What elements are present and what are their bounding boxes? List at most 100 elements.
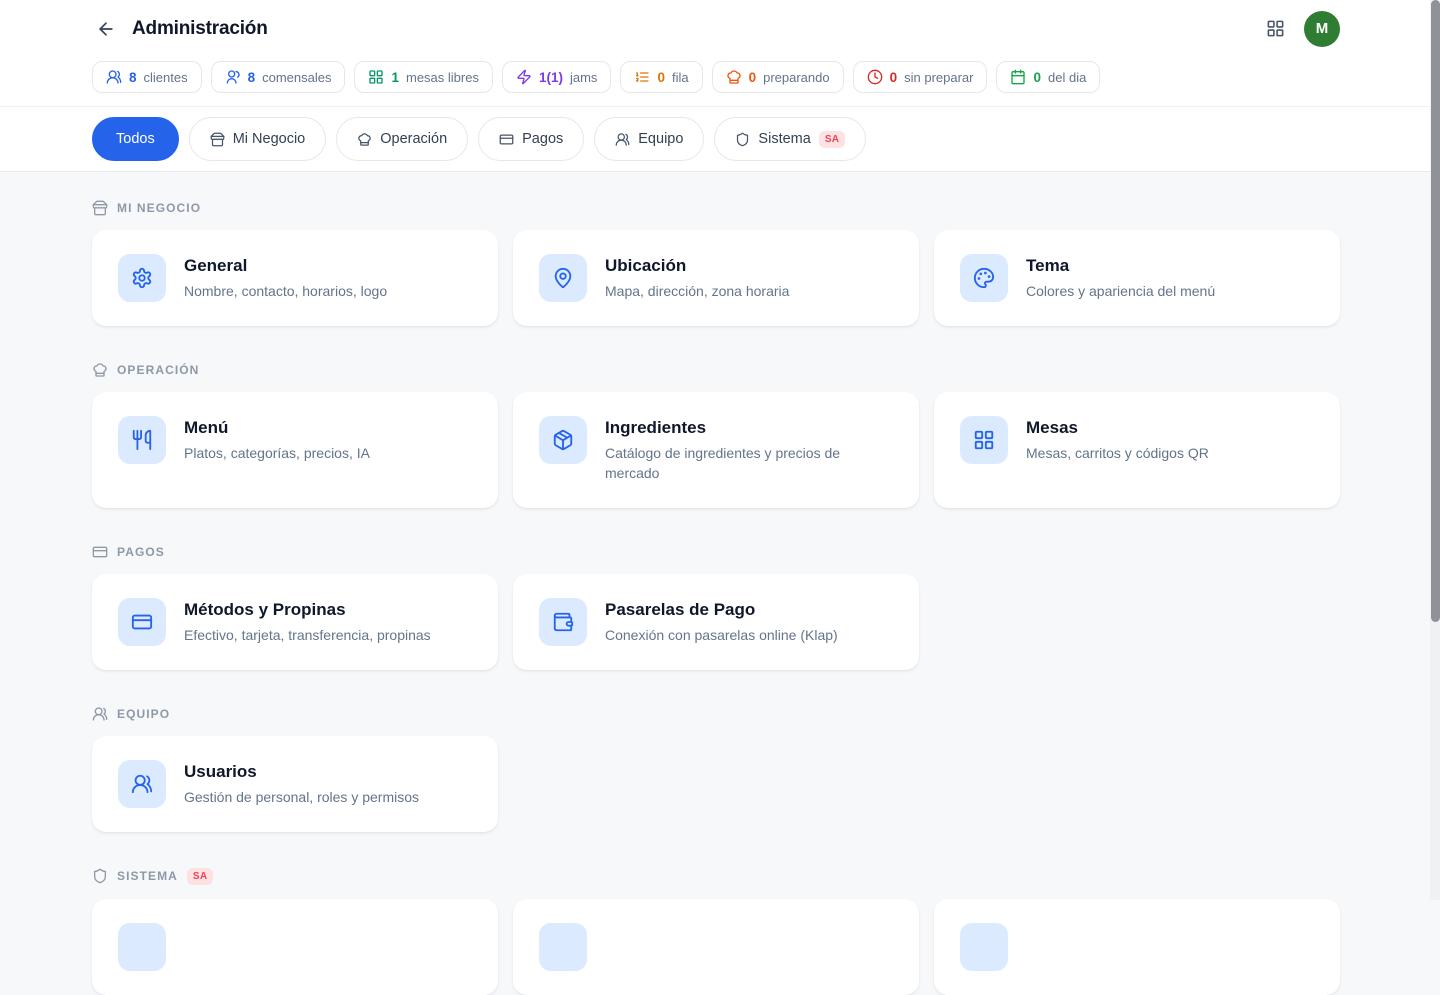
credit-card-icon: [499, 132, 514, 147]
stat-pill-jams[interactable]: 1(1)jams: [502, 61, 611, 93]
stat-pill-clientes[interactable]: 8clientes: [92, 61, 202, 93]
shield-icon: [92, 868, 108, 884]
tab-label: Pagos: [522, 131, 563, 147]
grid-view-button[interactable]: [1262, 16, 1288, 42]
card-partial-1[interactable]: [92, 899, 498, 995]
card-usuarios[interactable]: UsuariosGestión de personal, roles y per…: [92, 736, 498, 832]
users-icon: [106, 69, 122, 85]
section-title: PAGOS: [117, 545, 165, 559]
stat-pill-fila[interactable]: 0fila: [620, 61, 702, 93]
settings-icon: [118, 254, 166, 302]
card-subtitle: Efectivo, tarjeta, transferencia, propin…: [184, 625, 431, 645]
card-text: GeneralNombre, contacto, horarios, logo: [184, 254, 387, 301]
tab-sistema[interactable]: SistemaSA: [714, 117, 866, 161]
card-ingredientes[interactable]: IngredientesCatálogo de ingredientes y p…: [513, 392, 919, 508]
stat-label: comensales: [262, 70, 331, 85]
stat-pill-comensales[interactable]: 8comensales: [211, 61, 346, 93]
section-mi-negocio: MI NEGOCIO GeneralNombre, contacto, horar…: [92, 200, 1340, 326]
stat-pill-del-dia[interactable]: 0 del dia: [996, 61, 1100, 93]
shield-icon: [735, 132, 750, 147]
card-grid: MenúPlatos, categorías, precios, IA Ingre…: [92, 392, 1340, 508]
section-sistema: SISTEMA SA: [92, 868, 1340, 995]
section-title: EQUIPO: [117, 707, 170, 721]
card-general[interactable]: GeneralNombre, contacto, horarios, logo: [92, 230, 498, 326]
card-mesas[interactable]: MesasMesas, carritos y códigos QR: [934, 392, 1340, 508]
card-title: Mesas: [1026, 418, 1209, 438]
tab-mi-negocio[interactable]: Mi Negocio: [189, 117, 327, 161]
stat-value: 1(1): [539, 70, 563, 85]
sa-badge: SA: [187, 868, 214, 885]
palette-icon: [960, 254, 1008, 302]
tab-label: Mi Negocio: [233, 131, 306, 147]
tab-todos[interactable]: Todos: [92, 117, 179, 161]
clock-icon: [867, 69, 883, 85]
section-header: MI NEGOCIO: [92, 200, 1340, 216]
tab-operacion[interactable]: Operación: [336, 117, 468, 161]
stat-label: del dia: [1048, 70, 1086, 85]
card-partial-2[interactable]: [513, 899, 919, 995]
list-ordered-icon: [634, 69, 650, 85]
section-title: SISTEMA: [117, 869, 178, 883]
section-header: OPERACIÓN: [92, 362, 1340, 378]
layout-grid-icon: [368, 69, 384, 85]
section-title: MI NEGOCIO: [117, 201, 201, 215]
card-subtitle: Mapa, dirección, zona horaria: [605, 281, 789, 301]
stat-value: 1: [391, 70, 399, 85]
card-subtitle: Conexión con pasarelas online (Klap): [605, 625, 838, 645]
avatar[interactable]: M: [1304, 11, 1340, 47]
card-title: Menú: [184, 418, 370, 438]
tab-label: Equipo: [638, 131, 683, 147]
card-text: UsuariosGestión de personal, roles y per…: [184, 760, 419, 807]
title-row: Administración M: [0, 0, 1440, 57]
stat-pill-preparando[interactable]: 0preparando: [712, 61, 844, 93]
section-equipo: EQUIPO UsuariosGestión de personal, roles…: [92, 706, 1340, 832]
filter-bar: Todos Mi Negocio Operación Pagos Equipo Siste…: [0, 106, 1440, 172]
users-icon: [615, 132, 630, 147]
stat-value: 8: [129, 70, 137, 85]
store-icon: [92, 200, 108, 216]
card-icon-placeholder: [539, 923, 587, 971]
card-title: Tema: [1026, 256, 1215, 276]
stat-value: 0: [890, 70, 898, 85]
scrollbar-thumb[interactable]: [1431, 0, 1440, 622]
user-round-icon: [225, 69, 241, 85]
scrollbar-track[interactable]: [1430, 0, 1440, 900]
card-title: Ubicación: [605, 256, 789, 276]
card-icon-placeholder: [118, 923, 166, 971]
card-subtitle: Colores y apariencia del menú: [1026, 281, 1215, 301]
card-ubicacion[interactable]: Ubicación Mapa, dirección, zona horaria: [513, 230, 919, 326]
card-icon-placeholder: [960, 923, 1008, 971]
wallet-icon: [539, 598, 587, 646]
card-menu[interactable]: MenúPlatos, categorías, precios, IA: [92, 392, 498, 508]
stat-pill-sin-preparar[interactable]: 0sin preparar: [853, 61, 988, 93]
store-icon: [210, 132, 225, 147]
tab-pagos[interactable]: Pagos: [478, 117, 584, 161]
map-pin-icon: [539, 254, 587, 302]
card-partial-3[interactable]: [934, 899, 1340, 995]
card-text: MenúPlatos, categorías, precios, IA: [184, 416, 370, 463]
tab-label: Todos: [116, 131, 155, 147]
stat-pill-mesas-libres[interactable]: 1 mesas libres: [354, 61, 492, 93]
sa-badge: SA: [819, 131, 846, 148]
card-pasarelas-de-pago[interactable]: Pasarelas de PagoConexión con pasarelas …: [513, 574, 919, 670]
arrow-left-icon: [96, 19, 116, 39]
tab-equipo[interactable]: Equipo: [594, 117, 704, 161]
card-text: Métodos y Propinas Efectivo, tarjeta, tra…: [184, 598, 431, 645]
page-header: Administración M 8clientes8comensales1me…: [0, 0, 1440, 106]
chef-hat-icon: [357, 132, 372, 147]
card-metodos-y-propinas[interactable]: Métodos y Propinas Efectivo, tarjeta, tra…: [92, 574, 498, 670]
section-header: SISTEMA SA: [92, 868, 1340, 885]
credit-card-icon: [118, 598, 166, 646]
stat-label: mesas libres: [406, 70, 479, 85]
card-subtitle: Catálogo de ingredientes y precios de me…: [605, 443, 893, 484]
card-text: Ubicación Mapa, dirección, zona horaria: [605, 254, 789, 301]
card-tema[interactable]: Tema Colores y apariencia del menú: [934, 230, 1340, 326]
page-title: Administración: [132, 18, 268, 40]
card-title: Métodos y Propinas: [184, 600, 431, 620]
card-grid: [92, 899, 1340, 995]
back-button[interactable]: [92, 15, 120, 43]
stat-value: 0: [1033, 70, 1041, 85]
card-text: Tema Colores y apariencia del menú: [1026, 254, 1215, 301]
section-header: EQUIPO: [92, 706, 1340, 722]
stat-label: fila: [672, 70, 689, 85]
